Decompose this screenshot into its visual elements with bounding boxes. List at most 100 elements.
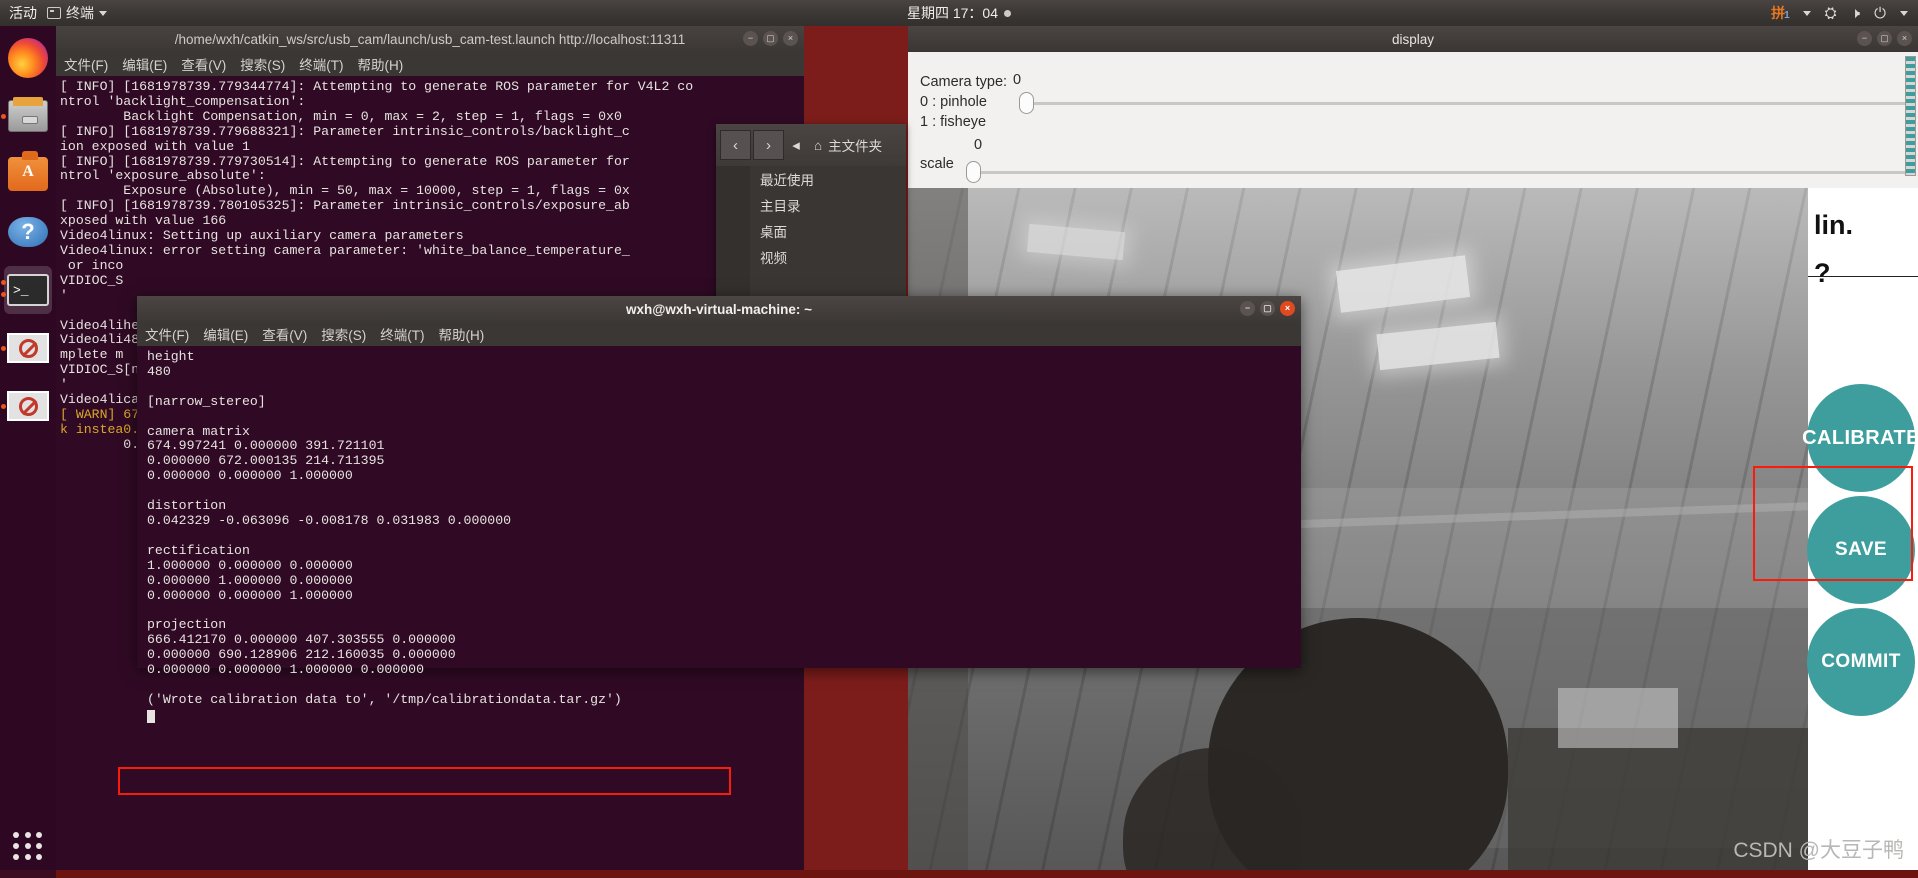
breadcrumb-label: 主文件夹 xyxy=(828,139,883,154)
minimize-button[interactable]: − xyxy=(743,31,758,46)
volume-muted-icon[interactable]: 🕨 xyxy=(1851,6,1860,21)
calibration-right-panel: lin. ? CALIBRATE SAVE COMMIT xyxy=(1802,188,1918,878)
terminal-line: ntrol 'exposure_absolute': xyxy=(60,168,266,184)
question-mark-icon: ? xyxy=(8,217,48,247)
terminal-line: ion exposed with value 1 xyxy=(60,138,250,154)
menu-view[interactable]: 查看(V) xyxy=(262,324,307,344)
network-icon[interactable]: ⛭ xyxy=(1825,6,1837,21)
ros-terminal-titlebar[interactable]: /home/wxh/catkin_ws/src/usb_cam/launch/u… xyxy=(56,26,804,52)
menu-file[interactable]: 文件(F) xyxy=(145,324,189,344)
gnome-top-panel: 活动 终端 星期四 17：04 拼1 ⛭ 🕨 ⏻ xyxy=(0,0,1918,26)
terminal-line: Exposure (Absolute), min = 50, max = 100… xyxy=(60,183,630,199)
terminal-line: 0.000000 0.000000 1.000000 xyxy=(147,468,353,484)
dock-item-ubuntu-software[interactable] xyxy=(4,150,52,198)
menu-help[interactable]: 帮助(H) xyxy=(358,54,404,74)
terminal-cursor xyxy=(147,709,155,723)
terminal-line: 674.997241 0.000000 391.721101 xyxy=(147,438,385,454)
camera-type-slider-knob[interactable] xyxy=(1019,92,1034,114)
front-terminal-titlebar[interactable]: wxh@wxh-virtual-machine: ~ − ▢ × xyxy=(137,296,1301,322)
terminal-line: VIDIOC_S xyxy=(60,272,124,288)
dock-item-files[interactable] xyxy=(1,92,52,140)
calibration-window-controls[interactable]: − ▢ × xyxy=(1857,31,1912,46)
power-icon[interactable]: ⏻ xyxy=(1874,6,1886,21)
running-indicator xyxy=(1,346,6,351)
menu-search[interactable]: 搜索(S) xyxy=(321,324,366,344)
camera-type-slider-track[interactable] xyxy=(1023,102,1907,105)
front-terminal-window-controls[interactable]: − ▢ × xyxy=(1240,301,1295,316)
app-menu-button[interactable]: 终端 xyxy=(47,3,107,23)
front-terminal-menubar[interactable]: 文件(F) 编辑(E) 查看(V) 搜索(S) 终端(T) 帮助(H) xyxy=(137,322,1301,346)
camera-type-value: 0 xyxy=(1013,72,1022,88)
overlay-text-lin: lin. xyxy=(1814,210,1853,240)
menu-view[interactable]: 查看(V) xyxy=(181,54,226,74)
close-button[interactable]: × xyxy=(1280,301,1295,316)
ime-sub: 1 xyxy=(1784,10,1789,21)
input-method-indicator[interactable]: 拼1 xyxy=(1771,3,1789,23)
scale-label: scale xyxy=(920,156,954,172)
maximize-button[interactable]: ▢ xyxy=(1877,31,1892,46)
breadcrumb-home[interactable]: ⌂ 主文件夹 xyxy=(808,135,882,155)
menu-edit[interactable]: 编辑(E) xyxy=(122,54,167,74)
camera-type-labels: Camera type: 0 : pinhole 1 : fisheye xyxy=(920,72,1007,132)
terminal-line: 480 xyxy=(147,363,171,379)
maximize-button[interactable]: ▢ xyxy=(1260,301,1275,316)
dock-item-firefox[interactable] xyxy=(4,34,52,82)
terminal-line: 0.000000 690.128906 212.160035 0.000000 xyxy=(147,647,456,663)
dock-item-blocked-2[interactable] xyxy=(1,382,52,430)
scale-slider-knob[interactable] xyxy=(966,161,981,183)
calibration-window-titlebar[interactable]: display − ▢ × xyxy=(908,26,1918,52)
chevron-down-icon[interactable] xyxy=(1900,10,1908,16)
dock-item-terminal[interactable]: >_ xyxy=(1,266,52,314)
activities-button[interactable]: 活动 xyxy=(9,3,37,23)
terminal-line: [ INFO] [1681978739.779730514]: Attempti… xyxy=(60,153,630,169)
terminal-icon: >_ xyxy=(7,274,49,306)
nav-forward-icon[interactable]: › xyxy=(753,130,784,160)
chevron-down-icon[interactable] xyxy=(1802,10,1811,16)
commit-button[interactable]: COMMIT xyxy=(1807,608,1915,716)
terminal-line: Backlight Compensation, min = 0, max = 2… xyxy=(60,108,622,124)
ros-terminal-menubar[interactable]: 文件(F) 编辑(E) 查看(V) 搜索(S) 终端(T) 帮助(H) xyxy=(56,52,804,76)
calibration-output-text: height 480 [narrow_stereo] camera matrix 6… xyxy=(137,346,1301,723)
menu-terminal[interactable]: 终端(T) xyxy=(299,54,343,74)
minimize-button[interactable]: − xyxy=(1857,31,1872,46)
file-manager-sidebar-background xyxy=(716,166,750,304)
scale-slider-track[interactable] xyxy=(970,171,1907,174)
ros-terminal-window-controls[interactable]: − ▢ × xyxy=(743,31,798,46)
places-item-label: 桌面 xyxy=(760,225,787,240)
menu-edit[interactable]: 编辑(E) xyxy=(203,324,248,344)
path-collapse-icon[interactable]: ◂ xyxy=(786,130,806,160)
watermark: CSDN @大豆子鸭 xyxy=(1733,839,1904,862)
front-terminal-title: wxh@wxh-virtual-machine: ~ xyxy=(625,301,813,317)
close-button[interactable]: × xyxy=(1897,31,1912,46)
close-button[interactable]: × xyxy=(783,31,798,46)
menu-file[interactable]: 文件(F) xyxy=(64,54,108,74)
file-manager-toolbar: ‹ › ◂ ⌂ 主文件夹 xyxy=(716,124,906,166)
terminal-line: 0.000000 672.000135 214.711395 xyxy=(147,453,385,469)
terminal-line: xposed with value 166 xyxy=(60,213,227,229)
show-applications-icon[interactable] xyxy=(13,832,43,860)
save-button[interactable]: SAVE xyxy=(1807,496,1915,604)
clock-label: 星期四 17：04 xyxy=(906,5,999,21)
desktop-bottom-strip xyxy=(0,870,1918,878)
terminal-line: [narrow_stereo] xyxy=(147,393,266,409)
running-indicator xyxy=(1,404,6,409)
terminal-line: Video4linux: Setting up auxiliary camera… xyxy=(60,228,464,244)
calibration-scrollbar[interactable] xyxy=(1905,56,1916,176)
terminal-line: ntrol 'backlight_compensation': xyxy=(60,93,306,109)
menu-search[interactable]: 搜索(S) xyxy=(240,54,285,74)
clock-button[interactable]: 星期四 17：04 xyxy=(829,3,1089,23)
calibration-data-line: ('Wrote calibration data to', '/tmp/cali… xyxy=(147,691,622,707)
terminal-line: [ INFO] [1681978739.779688321]: Paramete… xyxy=(60,123,630,139)
calibrate-button[interactable]: CALIBRATE xyxy=(1802,384,1918,492)
terminal-line: Video4linux: error setting camera parame… xyxy=(60,242,630,258)
nav-back-icon[interactable]: ‹ xyxy=(720,130,751,160)
menu-terminal[interactable]: 终端(T) xyxy=(380,324,424,344)
maximize-button[interactable]: ▢ xyxy=(763,31,778,46)
camera-type-option-0: 0 : pinhole xyxy=(920,94,987,110)
dock-item-help[interactable]: ? xyxy=(4,208,52,256)
menu-help[interactable]: 帮助(H) xyxy=(439,324,485,344)
dock-item-blocked-1[interactable] xyxy=(1,324,52,372)
minimize-button[interactable]: − xyxy=(1240,301,1255,316)
